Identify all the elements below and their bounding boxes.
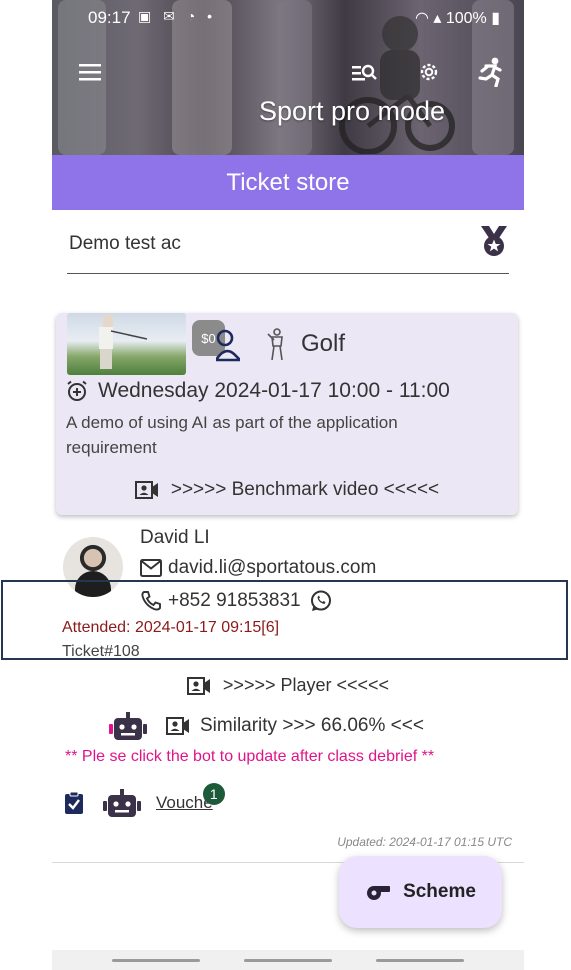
golf-thumbnail bbox=[67, 313, 186, 375]
nav-back-handle[interactable] bbox=[376, 959, 464, 962]
golfer-image bbox=[99, 315, 148, 369]
player-video-link[interactable]: >>>>> Player <<<<< bbox=[52, 675, 524, 696]
status-bar: 09:17 ▣ ✉ ◔ • ◠ ▴ 100% ▮ bbox=[52, 0, 524, 36]
battery-level: 100% bbox=[445, 10, 487, 27]
similarity-text: Similarity >>> 66.06% <<< bbox=[200, 715, 424, 736]
app-screen: 09:17 ▣ ✉ ◔ • ◠ ▴ 100% ▮ Sport pro mode … bbox=[52, 0, 524, 970]
nav-home-handle[interactable] bbox=[244, 959, 332, 962]
status-right: ◠ ▴ 100% ▮ bbox=[415, 8, 500, 28]
running-person-icon bbox=[478, 57, 502, 87]
event-card[interactable]: $0 Golf Wednesday 2024-01-17 10:00 - 11:… bbox=[56, 313, 518, 515]
notification-icons: ▣ ✉ ◔ • bbox=[138, 8, 216, 24]
gear-icon bbox=[420, 63, 438, 81]
sport-label: Golf bbox=[301, 330, 346, 357]
signal-icon: ◠ ▴ bbox=[414, 10, 446, 27]
updated-timestamp: Updated: 2024-01-17 01:15 UTC bbox=[337, 835, 512, 849]
whistle-icon bbox=[367, 886, 391, 900]
player-email-text: david.li@sportatous.com bbox=[168, 557, 377, 578]
nav-recents-handle[interactable] bbox=[112, 959, 200, 962]
menu-button[interactable] bbox=[70, 52, 110, 92]
player-name: David LI bbox=[140, 527, 210, 548]
scheme-label: Scheme bbox=[403, 881, 476, 902]
benchmark-video-label: >>>>> Benchmark video <<<<< bbox=[170, 479, 440, 500]
video-contact-icon bbox=[134, 481, 158, 499]
similarity-row: Similarity >>> 66.06% <<< bbox=[108, 710, 424, 742]
battery-icon: ▮ bbox=[486, 10, 500, 27]
selection-highlight-box bbox=[1, 580, 568, 660]
event-description: A demo of using AI as part of the applic… bbox=[66, 413, 398, 457]
video-contact-icon bbox=[166, 717, 189, 735]
person-icon bbox=[216, 329, 240, 362]
sport-mode-button[interactable] bbox=[470, 52, 510, 92]
clipboard-check-icon[interactable] bbox=[64, 791, 84, 815]
status-time: 09:17 bbox=[88, 8, 131, 27]
search-input[interactable] bbox=[67, 228, 451, 260]
hamburger-icon bbox=[79, 64, 101, 81]
player-video-label: >>>>> Player <<<<< bbox=[222, 675, 390, 695]
benchmark-video-link[interactable]: >>>>> Benchmark video <<<<< bbox=[56, 479, 518, 501]
search-field bbox=[67, 218, 509, 274]
event-datetime: Wednesday 2024-01-17 10:00 - 11:00 bbox=[66, 379, 450, 403]
ticket-store-banner: Ticket store bbox=[52, 155, 524, 210]
mail-icon bbox=[140, 559, 162, 577]
page-title: Sport pro mode bbox=[258, 96, 446, 126]
voucher-link[interactable]: Vouche 1 bbox=[156, 783, 225, 813]
search-list-icon bbox=[352, 64, 377, 81]
action-row: Vouche 1 bbox=[64, 783, 225, 819]
video-contact-icon bbox=[186, 676, 210, 695]
search-list-button[interactable] bbox=[345, 52, 385, 92]
voucher-count-badge: 1 bbox=[202, 783, 225, 805]
system-nav-bar bbox=[52, 950, 524, 970]
golfer-icon bbox=[267, 328, 283, 361]
robot-icon[interactable] bbox=[102, 787, 142, 819]
settings-button[interactable] bbox=[409, 52, 449, 92]
event-datetime-text: Wednesday 2024-01-17 10:00 - 11:00 bbox=[98, 379, 450, 402]
medal-icon[interactable] bbox=[477, 224, 511, 258]
scheme-button[interactable]: Scheme bbox=[339, 856, 502, 928]
header-hero: 09:17 ▣ ✉ ◔ • ◠ ▴ 100% ▮ Sport pro mode bbox=[52, 0, 524, 155]
player-email[interactable]: david.li@sportatous.com bbox=[140, 557, 376, 579]
alarm-add-icon bbox=[67, 380, 87, 401]
robot-icon[interactable] bbox=[108, 710, 148, 742]
debrief-notice: ** Ple se click the bot to update after … bbox=[65, 748, 435, 765]
